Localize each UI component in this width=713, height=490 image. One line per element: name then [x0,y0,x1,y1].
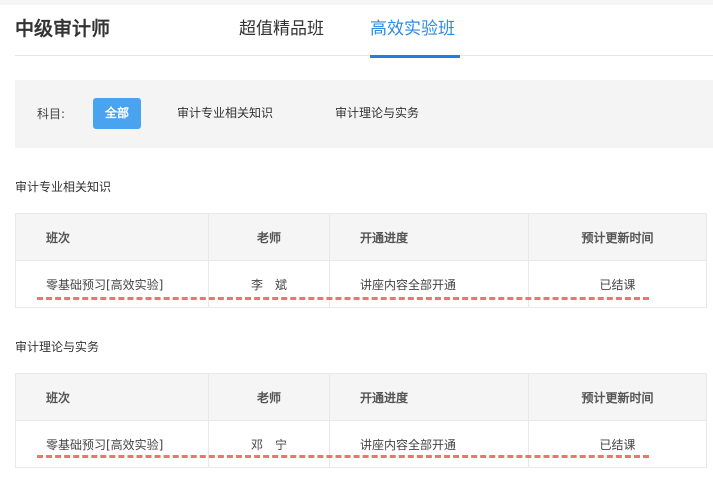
filter-all-button[interactable]: 全部 [93,98,141,129]
course-table: 班次 老师 开通进度 预计更新时间 零基础预习[高效实验] 李 斌 讲座内容全部… [15,213,707,308]
column-header-update-time: 预计更新时间 [528,373,707,421]
teacher-cell: 李 斌 [208,260,330,308]
tab-divider [15,55,713,56]
table-row: 零基础预习[高效实验] 邓 宁 讲座内容全部开通 已结课 [15,420,707,468]
column-header-teacher: 老师 [208,373,330,421]
tab-premium-class[interactable]: 超值精品班 [239,14,324,39]
column-header-class: 班次 [15,213,209,261]
column-header-progress: 开通进度 [329,213,529,261]
tab-efficient-lab-class[interactable]: 高效实验班 [370,14,455,39]
filter-label: 科目: [37,107,66,121]
active-tab-indicator [370,55,460,58]
table-row: 零基础预习[高效实验] 李 斌 讲座内容全部开通 已结课 [15,260,707,308]
course-table: 班次 老师 开通进度 预计更新时间 零基础预习[高效实验] 邓 宁 讲座内容全部… [15,373,707,468]
update-cell: 已结课 [528,420,707,468]
page-title: 中级审计师 [15,18,111,40]
table-header-row: 班次 老师 开通进度 预计更新时间 [15,373,707,421]
dashed-underline [37,297,649,300]
dashed-underline [37,455,649,458]
table-header-row: 班次 老师 开通进度 预计更新时间 [15,213,707,261]
column-header-class: 班次 [15,373,209,421]
section-title: 审计专业相关知识 [15,180,112,194]
filter-theory-practice-button[interactable]: 审计理论与实务 [335,98,419,129]
subject-filter: 科目: 全部 审计专业相关知识 审计理论与实务 [15,80,713,148]
section-title: 审计理论与实务 [15,340,100,354]
filter-related-knowledge-button[interactable]: 审计专业相关知识 [177,98,273,129]
column-header-progress: 开通进度 [329,373,529,421]
column-header-teacher: 老师 [208,213,330,261]
column-header-update-time: 预计更新时间 [528,213,707,261]
update-cell: 已结课 [528,260,707,308]
class-cell: 零基础预习[高效实验] [15,260,209,308]
top-strip [0,0,713,5]
progress-cell: 讲座内容全部开通 [329,420,529,468]
class-cell: 零基础预习[高效实验] [15,420,209,468]
teacher-cell: 邓 宁 [208,420,330,468]
progress-cell: 讲座内容全部开通 [329,260,529,308]
